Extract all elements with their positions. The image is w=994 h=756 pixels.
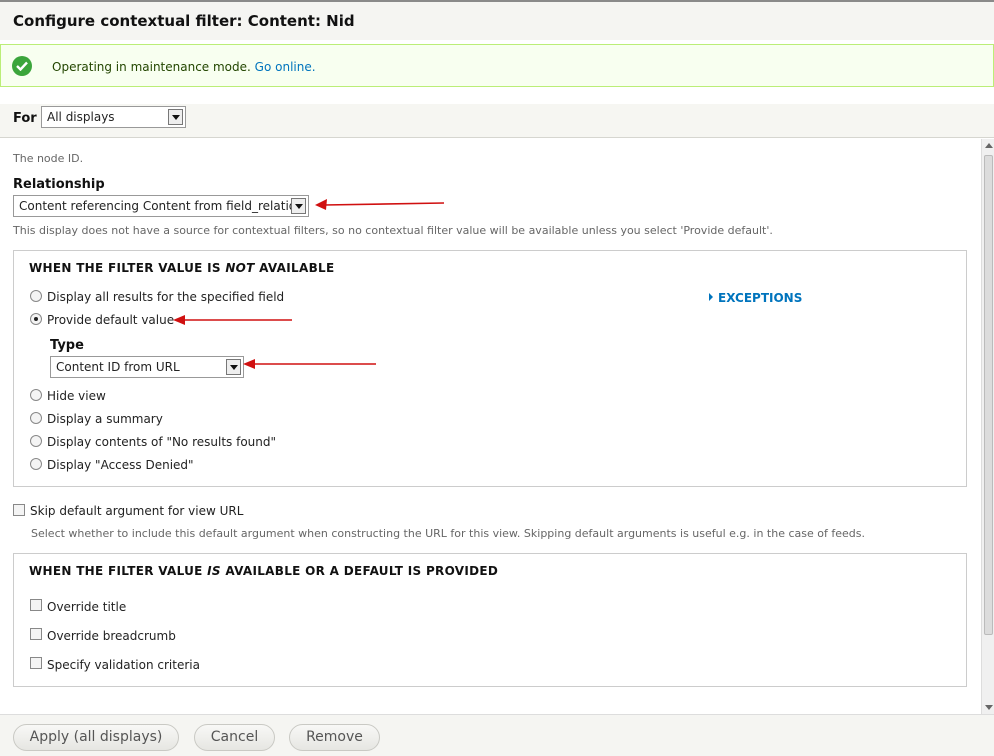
red-arrow-annotation — [173, 315, 292, 325]
cancel-button[interactable]: Cancel — [194, 724, 275, 751]
for-select[interactable]: All displays — [41, 106, 186, 128]
relationship-label: Relationship — [13, 177, 105, 192]
relationship-select[interactable]: Content referencing Content from field_r… — [13, 195, 309, 217]
radio-hide-view[interactable] — [30, 389, 42, 401]
for-select-value: All displays — [47, 110, 115, 124]
override-breadcrumb-label: Override breadcrumb — [47, 629, 176, 643]
radio-no-results[interactable] — [30, 435, 42, 447]
override-breadcrumb-checkbox[interactable] — [30, 628, 42, 640]
scroll-down-icon[interactable] — [985, 705, 993, 710]
available-fieldset: WHEN THE FILTER VALUE IS AVAILABLE OR A … — [13, 553, 967, 687]
legend-text-post: AVAILABLE OR A DEFAULT IS PROVIDED — [220, 564, 499, 578]
skip-default-description: Select whether to include this default a… — [31, 527, 865, 540]
red-arrow-annotation — [243, 359, 376, 369]
content-scrollbar[interactable] — [981, 139, 994, 714]
radio-display-all[interactable] — [30, 290, 42, 302]
radio-label-hide-view: Hide view — [47, 389, 106, 403]
scroll-up-icon[interactable] — [985, 143, 993, 148]
validation-criteria-label: Specify validation criteria — [47, 658, 200, 672]
remove-button[interactable]: Remove — [289, 724, 380, 751]
radio-provide-default[interactable] — [30, 313, 42, 325]
validation-criteria-checkbox[interactable] — [30, 657, 42, 669]
radio-label-display-summary: Display a summary — [47, 412, 163, 426]
apply-button[interactable]: Apply (all displays) — [13, 724, 179, 751]
radio-label-provide-default: Provide default value — [47, 313, 175, 327]
display-override-bar: For All displays — [0, 104, 994, 138]
legend-text-em: IS — [207, 564, 221, 578]
type-label: Type — [50, 338, 84, 353]
skip-default-checkbox[interactable] — [13, 504, 25, 516]
for-label: For — [13, 111, 37, 126]
radio-label-no-results: Display contents of "No results found" — [47, 435, 277, 449]
legend-text-em: NOT — [225, 261, 255, 275]
check-circle-icon — [12, 56, 32, 76]
radio-label-access-denied: Display "Access Denied" — [47, 458, 194, 472]
chevron-down-icon[interactable] — [168, 109, 183, 125]
chevron-down-icon[interactable] — [291, 198, 306, 214]
available-legend: WHEN THE FILTER VALUE IS AVAILABLE OR A … — [29, 564, 498, 578]
override-title-label: Override title — [47, 600, 127, 614]
default-type-select[interactable]: Content ID from URL — [50, 356, 244, 378]
node-id-description: The node ID. — [13, 152, 84, 165]
not-available-legend: WHEN THE FILTER VALUE IS NOT AVAILABLE — [29, 261, 334, 275]
go-online-link[interactable]: Go online. — [255, 60, 316, 74]
dialog-footer: Apply (all displays) Cancel Remove — [0, 714, 994, 756]
dialog-title: Configure contextual filter: Content: Ni… — [13, 12, 355, 30]
legend-text-post: AVAILABLE — [254, 261, 335, 275]
status-message-text: Operating in maintenance mode. Go online… — [52, 60, 316, 74]
dialog-titlebar: Configure contextual filter: Content: Ni… — [0, 0, 994, 40]
no-source-description: This display does not have a source for … — [13, 224, 773, 237]
red-arrow-annotation — [315, 199, 445, 210]
scrollbar-thumb[interactable] — [984, 155, 993, 635]
exceptions-toggle[interactable]: EXCEPTIONS — [709, 291, 802, 305]
override-title-checkbox[interactable] — [30, 599, 42, 611]
skip-default-label: Skip default argument for view URL — [30, 504, 244, 518]
relationship-select-value: Content referencing Content from field_r… — [19, 199, 304, 213]
radio-display-summary[interactable] — [30, 412, 42, 424]
status-text: Operating in maintenance mode. — [52, 60, 251, 74]
triangle-right-icon — [709, 293, 713, 301]
radio-label-display-all: Display all results for the specified fi… — [47, 290, 285, 304]
default-type-select-value: Content ID from URL — [56, 360, 180, 374]
exceptions-label: EXCEPTIONS — [718, 291, 803, 305]
form-content: The node ID. Relationship Content refere… — [0, 139, 981, 714]
radio-access-denied[interactable] — [30, 458, 42, 470]
chevron-down-icon[interactable] — [226, 359, 241, 375]
status-message: Operating in maintenance mode. Go online… — [0, 44, 994, 87]
legend-text-pre: WHEN THE FILTER VALUE IS — [29, 261, 226, 275]
legend-text-pre: WHEN THE FILTER VALUE — [29, 564, 208, 578]
not-available-fieldset: WHEN THE FILTER VALUE IS NOT AVAILABLE E… — [13, 250, 967, 487]
